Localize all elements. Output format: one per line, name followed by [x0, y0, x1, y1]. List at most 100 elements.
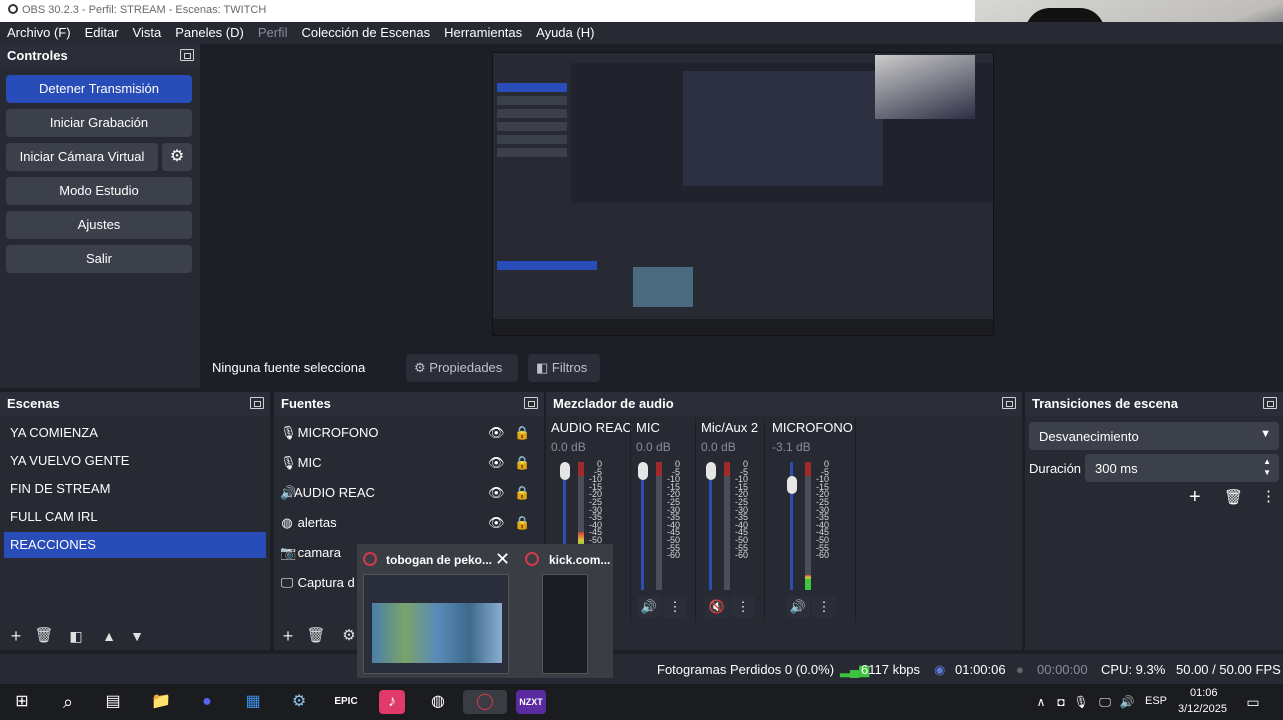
lock-icon[interactable]: 🔒 [514, 480, 530, 506]
channel-name: AUDIO REAC [551, 420, 632, 435]
virtual-camera-settings-gear-icon[interactable]: ⚙ [162, 143, 192, 171]
add-transition-plus-icon[interactable]: + [1189, 486, 1201, 509]
volume-icon[interactable]: 🔊 [1114, 690, 1140, 714]
scenes-dock: Escenas YA COMIENZA YA VUELVO GENTE FIN … [0, 392, 270, 650]
camera-icon: 📷 [280, 545, 297, 560]
menu-scene-collection[interactable]: Colección de Escenas [294, 22, 437, 43]
windows-start-icon[interactable]: ⊞ [9, 690, 35, 714]
transition-menu-dots-icon[interactable]: ⋮ [1261, 487, 1276, 505]
volume-slider-handle[interactable] [638, 462, 648, 480]
exit-button[interactable]: Salir [6, 245, 192, 273]
menu-help[interactable]: Ayuda (H) [529, 22, 601, 43]
bitrate: 6117 kbps [861, 662, 921, 677]
obs-icon[interactable]: ◍ [425, 690, 451, 714]
spin-arrows-icon[interactable]: ▲ ▼ [1263, 456, 1271, 478]
volume-slider-track[interactable] [641, 462, 644, 590]
dropped-frames: Fotogramas Perdidos 0 (0.0%) [657, 662, 835, 677]
visibility-eye-icon[interactable]: 👁 [488, 480, 505, 506]
stream-live-icon: ◉ [934, 662, 946, 677]
discord-icon[interactable]: ● [194, 690, 220, 714]
obs-logo-icon [8, 4, 18, 14]
source-row[interactable]: 🖵 Captura d [280, 570, 360, 596]
steam-icon[interactable]: ⚙ [286, 690, 312, 714]
lock-icon[interactable]: 🔒 [514, 450, 530, 476]
volume-slider-handle[interactable] [706, 462, 716, 480]
language-indicator[interactable]: ESP [1145, 695, 1167, 707]
virtual-camera-button[interactable]: Iniciar Cámara Virtual [6, 143, 158, 171]
menu-bar: Archivo (F) Editar Vista Paneles (D) Perfil C… [0, 22, 1283, 44]
visibility-eye-icon[interactable]: 👁 [488, 420, 505, 446]
window-thumbnail[interactable] [363, 574, 509, 674]
move-up-chevron-icon[interactable]: ▲ [98, 626, 120, 646]
no-source-selected-label: Ninguna fuente seleccionada [212, 360, 366, 375]
source-row[interactable]: 🎙 MIC 👁 🔒 [280, 450, 536, 476]
settings-button[interactable]: Ajustes [6, 211, 192, 239]
menu-tools[interactable]: Herramientas [437, 22, 529, 43]
undock-icon[interactable] [1002, 397, 1016, 409]
scene-item[interactable]: YA VUELVO GENTE [4, 448, 266, 474]
channel-menu-dots-icon[interactable]: ⋮ [663, 596, 687, 618]
tiktok-icon[interactable]: ♪ [379, 690, 405, 714]
menu-docks[interactable]: Paneles (D) [168, 22, 251, 43]
menu-view[interactable]: Vista [126, 22, 169, 43]
window-thumbnail[interactable] [542, 574, 588, 674]
transition-select[interactable]: Desvanecimiento ▼ [1029, 422, 1279, 450]
scene-item[interactable]: YA COMIENZA [4, 420, 266, 446]
lock-icon[interactable]: 🔒 [514, 510, 530, 536]
add-source-plus-icon[interactable]: + [277, 626, 299, 646]
menu-profile[interactable]: Perfil [251, 22, 295, 43]
close-icon[interactable]: ✕ [495, 549, 510, 570]
volume-slider-handle[interactable] [787, 476, 797, 494]
browser-active-icon[interactable]: ◯ [463, 690, 507, 714]
menu-file[interactable]: Archivo (F) [0, 22, 78, 43]
source-row[interactable]: 🔊AUDIO REAC 👁 🔒 [280, 480, 536, 506]
source-row[interactable]: ◍ alertas 👁 🔒 [280, 510, 536, 536]
lock-icon[interactable]: 🔒 [514, 420, 530, 446]
visibility-eye-icon[interactable]: 👁 [488, 450, 505, 476]
channel-menu-dots-icon[interactable]: ⋮ [812, 596, 836, 618]
mic-tray-icon[interactable]: 🎙 [1068, 690, 1094, 714]
menu-edit[interactable]: Editar [78, 22, 126, 43]
channel-menu-dots-icon[interactable]: ⋮ [731, 596, 755, 618]
remove-transition-trash-icon[interactable]: 🗑 [1224, 488, 1243, 506]
duration-spinbox[interactable]: 300 ms ▲ ▼ [1085, 454, 1279, 482]
task-view-icon[interactable]: ▤ [100, 690, 126, 714]
browser-icon [363, 552, 377, 566]
add-scene-plus-icon[interactable]: + [5, 626, 27, 646]
volume-slider-handle[interactable] [560, 462, 570, 480]
file-explorer-icon[interactable]: 📁 [148, 690, 174, 714]
speaker-icon[interactable]: 🔊 [637, 596, 661, 618]
remove-source-trash-icon[interactable]: 🗑 [305, 626, 327, 646]
muted-speaker-icon[interactable]: 🔇 [705, 596, 729, 618]
scene-item-selected[interactable]: REACCIONES [4, 532, 266, 558]
gear-icon: ⚙ [414, 360, 430, 375]
search-icon[interactable]: ⌕ [55, 690, 81, 714]
clock-time[interactable]: 01:06 [1190, 687, 1218, 699]
start-recording-button[interactable]: Iniciar Grabación [6, 109, 192, 137]
scene-item[interactable]: FULL CAM IRL [4, 504, 266, 530]
scene-item[interactable]: FIN DE STREAM [4, 476, 266, 502]
speaker-icon[interactable]: 🔊 [786, 596, 810, 618]
undock-icon[interactable] [524, 397, 538, 409]
epic-games-icon[interactable]: EPIC [333, 690, 359, 714]
move-down-chevron-icon[interactable]: ▼ [126, 626, 148, 646]
volume-slider-track[interactable] [709, 462, 712, 590]
clock-date[interactable]: 3/12/2025 [1178, 703, 1227, 715]
source-row[interactable]: 🎙 MICROFONO 👁 🔒 [280, 420, 536, 446]
remove-scene-trash-icon[interactable]: 🗑 [33, 626, 55, 646]
nzxt-icon[interactable]: NZXT [516, 690, 546, 714]
microsoft-store-icon[interactable]: ▦ [240, 690, 266, 714]
studio-mode-button[interactable]: Modo Estudio [6, 177, 192, 205]
stop-stream-button[interactable]: Detener Transmisión [6, 75, 192, 103]
filters-button[interactable]: ◧ Filtros [528, 354, 600, 382]
scene-filters-icon[interactable]: ◧ [65, 626, 87, 646]
notifications-icon[interactable]: ▭ [1240, 690, 1266, 714]
source-row[interactable]: 📷 camara [280, 540, 360, 566]
mic-icon: 🎙 [280, 425, 297, 440]
undock-icon[interactable] [250, 397, 264, 409]
undock-icon[interactable] [180, 49, 194, 61]
program-preview[interactable] [492, 52, 994, 336]
properties-button[interactable]: ⚙ Propiedades [406, 354, 518, 382]
undock-icon[interactable] [1263, 397, 1277, 409]
visibility-eye-icon[interactable]: 👁 [488, 510, 505, 536]
